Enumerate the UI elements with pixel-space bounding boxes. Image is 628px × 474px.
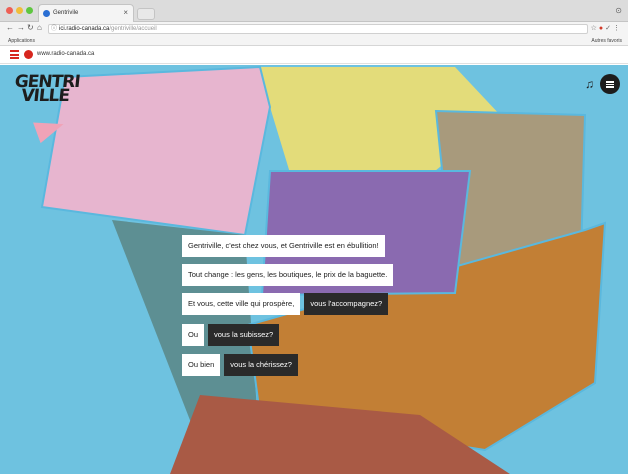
close-tab-icon[interactable]: ×	[123, 8, 128, 17]
new-tab-button[interactable]	[137, 8, 155, 20]
choice-accompagnez-button[interactable]: vous l'accompagnez?	[304, 293, 389, 315]
url-path: /gentriville/accueil	[109, 26, 157, 32]
choice-subissez-button[interactable]: vous la subissez?	[208, 324, 280, 346]
bookmark-other[interactable]: Autres favoris	[591, 38, 622, 44]
dialogue-line-5: Ou bien vous la chérissez?	[182, 354, 298, 376]
extension-icon[interactable]: ✓	[605, 25, 613, 32]
back-icon[interactable]: ←	[6, 23, 14, 32]
lock-icon: ⓘ	[51, 26, 58, 32]
dialogue-text: Et vous, cette ville qui prospère,	[182, 293, 301, 315]
dialogue-text: Ou	[182, 324, 205, 346]
hamburger-icon[interactable]	[10, 50, 19, 59]
browser-tab[interactable]: Gentrivile ×	[38, 4, 134, 22]
url-host: ici.radio-canada.ca	[59, 26, 110, 32]
reload-icon[interactable]: ↻	[27, 23, 34, 32]
bookmark-applications[interactable]: Applications	[8, 38, 35, 44]
radio-canada-banner: www.radio-canada.ca	[0, 46, 628, 64]
star-icon[interactable]: ☆	[591, 25, 599, 32]
logo-line2: VILLE	[20, 86, 71, 106]
music-icon[interactable]: ♫	[585, 77, 594, 91]
home-icon[interactable]: ⌂	[37, 23, 42, 32]
choice-cherissez-button[interactable]: vous la chérissez?	[224, 354, 298, 376]
extension-icons: ☆●✓⋮	[591, 24, 622, 32]
menu-icon[interactable]	[600, 74, 620, 94]
pink-shape	[40, 65, 272, 237]
dialogue-line-2: Tout change : les gens, les boutiques, l…	[182, 264, 394, 286]
tab-title: Gentrivile	[53, 10, 79, 16]
close-window-button[interactable]	[6, 7, 13, 14]
bookmarks-bar: Applications Autres favoris	[0, 36, 628, 46]
dialogue-text: Tout change : les gens, les boutiques, l…	[182, 264, 394, 286]
forward-icon[interactable]: →	[17, 23, 25, 32]
profile-icon[interactable]: ⊙	[615, 6, 622, 15]
minimize-window-button[interactable]	[16, 7, 23, 14]
dialogue-text: Ou bien	[182, 354, 221, 376]
gentriville-logo[interactable]: GENTRI VILLE	[14, 72, 81, 144]
gentriville-page: GENTRI VILLE ♫ Gentriville, c'est chez v…	[0, 65, 628, 474]
dialogue-line-1: Gentriville, c'est chez vous, et Gentriv…	[182, 235, 385, 257]
zoom-window-button[interactable]	[26, 7, 33, 14]
dialogue-line-3: Et vous, cette ville qui prospère, vous …	[182, 293, 389, 315]
dialogue-text: Gentriville, c'est chez vous, et Gentriv…	[182, 235, 385, 257]
dialogue-line-4: Ou vous la subissez?	[182, 324, 280, 346]
url-input[interactable]: ⓘ ici.radio-canada.ca/gentriville/accuei…	[48, 24, 588, 34]
site-link[interactable]: www.radio-canada.ca	[37, 51, 94, 57]
address-bar: ← → ↻ ⌂ ⓘ ici.radio-canada.ca/gentrivill…	[0, 22, 628, 36]
radio-canada-logo[interactable]	[24, 50, 33, 59]
more-icon[interactable]: ⋮	[613, 25, 622, 32]
favicon-icon	[43, 10, 50, 17]
browser-tab-bar: Gentrivile × ⊙	[0, 0, 628, 22]
